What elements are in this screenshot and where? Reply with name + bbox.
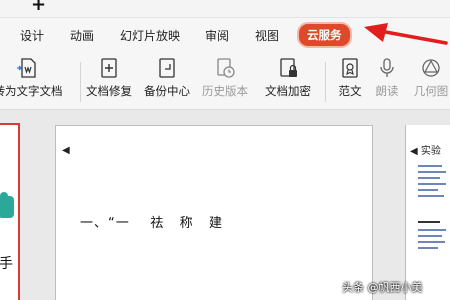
doc-encrypt-label: 文档加密: [265, 84, 311, 98]
menu-slideshow[interactable]: 幻灯片放映: [120, 27, 180, 44]
menu-animation[interactable]: 动画: [70, 27, 94, 44]
doc-repair-label: 文档修复: [86, 84, 132, 98]
history-version-icon: [217, 58, 235, 78]
geometry-shapes-icon: [422, 59, 440, 77]
preview-text-line: [418, 235, 442, 237]
new-tab-button[interactable]: +: [31, 0, 46, 15]
preview-text-line: [418, 165, 442, 167]
ribbon-toolbar: 转为文字文档 文档修复 备份中心 历史版本 文档加密 范文 朗读 几何图: [0, 52, 450, 110]
title-strip: +: [0, 0, 450, 18]
slide-marker: ◀: [62, 145, 70, 156]
preview-text-line: [418, 189, 438, 191]
toolbar-separator: [80, 62, 81, 102]
slide-thumbnail-selected[interactable]: 手: [0, 123, 20, 300]
sample-essay-label: 范文: [338, 84, 362, 98]
convert-to-text-label: 转为文字文档: [0, 84, 63, 98]
preview-title: ◀ 实验: [410, 146, 441, 157]
menu-cloud-service[interactable]: 云服务: [299, 24, 350, 46]
menu-review[interactable]: 审阅: [205, 27, 229, 44]
watermark: 头条 @帆西小美: [342, 281, 423, 294]
thumbnail-text: 手: [0, 256, 13, 272]
backup-center-button[interactable]: 备份中心: [141, 56, 193, 99]
geometry-button[interactable]: 几何图: [408, 56, 450, 99]
sample-essay-icon: [342, 58, 358, 78]
preview-text-line: [418, 183, 446, 185]
toolbar-separator: [325, 62, 326, 102]
backup-center-label: 备份中心: [144, 84, 190, 98]
next-slide-preview[interactable]: ◀ 实验: [405, 125, 450, 300]
preview-text-line: [418, 229, 446, 231]
read-aloud-button[interactable]: 朗读: [370, 56, 404, 99]
sample-essay-button[interactable]: 范文: [333, 56, 367, 99]
doc-repair-button[interactable]: 文档修复: [84, 56, 134, 99]
doc-repair-icon: [101, 58, 117, 78]
history-version-label: 历史版本: [202, 84, 248, 98]
geometry-label: 几何图: [413, 84, 449, 98]
red-arrow-annotation: [364, 23, 448, 45]
preview-text-line: [418, 247, 438, 249]
convert-to-text-button[interactable]: 转为文字文档: [0, 56, 64, 99]
slide-canvas[interactable]: ◀ 一、“一￼￼ ￼ ￼ ￼ 祛 ￼ ￼ 称 ￼ ￼ 建 ￼: [55, 125, 373, 300]
preview-text-line: [418, 241, 445, 243]
editor-workspace: 手 ◀ 一、“一￼￼ ￼ ￼ ￼ 祛 ￼ ￼ 称 ￼ ￼ 建 ￼ ◀ 实验: [0, 110, 450, 300]
convert-doc-icon: [17, 58, 36, 78]
preview-text-line: [418, 221, 440, 223]
doc-encrypt-button[interactable]: 文档加密: [262, 56, 314, 99]
backup-center-icon: [159, 58, 175, 78]
preview-text-line: [418, 177, 440, 179]
slide-heading[interactable]: 一、“一￼￼ ￼ ￼ ￼ 祛 ￼ ￼ 称 ￼ ￼ 建 ￼: [80, 212, 228, 231]
preview-text-line: [418, 171, 446, 173]
read-aloud-label: 朗读: [375, 84, 399, 98]
microphone-icon: [380, 58, 394, 77]
history-version-button[interactable]: 历史版本: [199, 56, 251, 99]
thumbnail-shape: [0, 192, 14, 218]
menu-view[interactable]: 视图: [255, 27, 279, 44]
doc-encrypt-icon: [280, 58, 297, 77]
preview-text-line: [418, 195, 444, 197]
menu-design[interactable]: 设计: [20, 27, 44, 44]
